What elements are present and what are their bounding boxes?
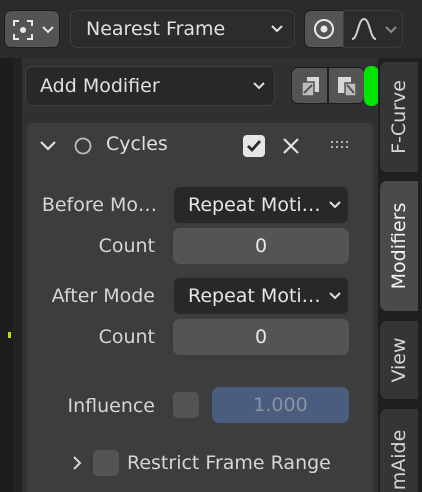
- graph-editor-edge: [0, 58, 13, 492]
- snap-mode-value: Nearest Frame: [86, 18, 226, 40]
- tab-modifiers[interactable]: Modifiers: [380, 181, 418, 311]
- active-modifier-icon[interactable]: [73, 136, 93, 156]
- tab-modifiers-label: Modifiers: [388, 202, 410, 290]
- restrict-frame-range-checkbox[interactable]: [93, 450, 119, 476]
- after-count-field[interactable]: 0: [173, 319, 349, 355]
- keyframe-marker: [8, 332, 11, 338]
- graph-editor-channel-edge: [13, 58, 22, 492]
- tab-maide-label: mAide: [388, 430, 410, 491]
- after-count-label: Count: [98, 326, 155, 348]
- after-mode-dropdown[interactable]: Repeat Moti…: [173, 277, 349, 315]
- checkmark-icon: [247, 140, 262, 153]
- chevron-down-icon: [42, 26, 54, 34]
- modifier-name: Cycles: [106, 133, 168, 155]
- chevron-down-icon: [329, 292, 341, 300]
- copy-icon: [301, 77, 319, 97]
- close-icon[interactable]: [281, 136, 301, 156]
- after-mode-label: After Mode: [51, 285, 155, 307]
- after-mode-value: Repeat Moti…: [188, 285, 321, 307]
- proportional-falloff-dropdown[interactable]: [343, 10, 403, 48]
- proportional-editing-toggle[interactable]: [304, 10, 344, 48]
- influence-label: Influence: [67, 395, 155, 417]
- influence-field[interactable]: 1.000: [212, 387, 349, 423]
- snap-mode-dropdown[interactable]: Nearest Frame: [70, 10, 295, 48]
- annotation-highlight: [364, 66, 379, 106]
- influence-checkbox[interactable]: [173, 392, 199, 418]
- tab-view[interactable]: View: [380, 321, 418, 399]
- before-count-field[interactable]: 0: [173, 228, 349, 264]
- tab-f-curve-label: F-Curve: [388, 80, 410, 154]
- drag-handle-icon[interactable]: [330, 139, 352, 153]
- before-mode-label: Before Mo…: [41, 194, 157, 216]
- chevron-down-icon: [253, 82, 265, 90]
- paste-modifiers-button[interactable]: [328, 67, 365, 104]
- add-modifier-label: Add Modifier: [40, 75, 160, 97]
- copy-modifiers-button[interactable]: [291, 67, 328, 104]
- tab-view-label: View: [388, 337, 410, 383]
- chevron-down-icon: [385, 26, 397, 34]
- proportional-editing-icon: [314, 19, 334, 39]
- collapse-chevron-icon[interactable]: [39, 139, 57, 153]
- chevron-down-icon: [329, 201, 341, 209]
- tab-f-curve[interactable]: F-Curve: [380, 62, 418, 172]
- tab-maide[interactable]: mAide: [380, 409, 418, 492]
- pivot-point-button[interactable]: [4, 10, 60, 48]
- modifier-enable-checkbox[interactable]: [243, 135, 265, 157]
- chevron-down-icon: [271, 25, 283, 33]
- expand-chevron-icon[interactable]: [70, 455, 84, 471]
- paste-icon: [338, 77, 357, 97]
- before-count-label: Count: [98, 235, 155, 257]
- add-modifier-dropdown[interactable]: Add Modifier: [25, 66, 275, 106]
- before-mode-value: Repeat Moti…: [188, 194, 321, 216]
- restrict-frame-range-label: Restrict Frame Range: [127, 452, 331, 474]
- before-mode-dropdown[interactable]: Repeat Moti…: [173, 186, 349, 224]
- smooth-falloff-icon: [351, 17, 377, 40]
- pivot-point-icon: [13, 20, 33, 40]
